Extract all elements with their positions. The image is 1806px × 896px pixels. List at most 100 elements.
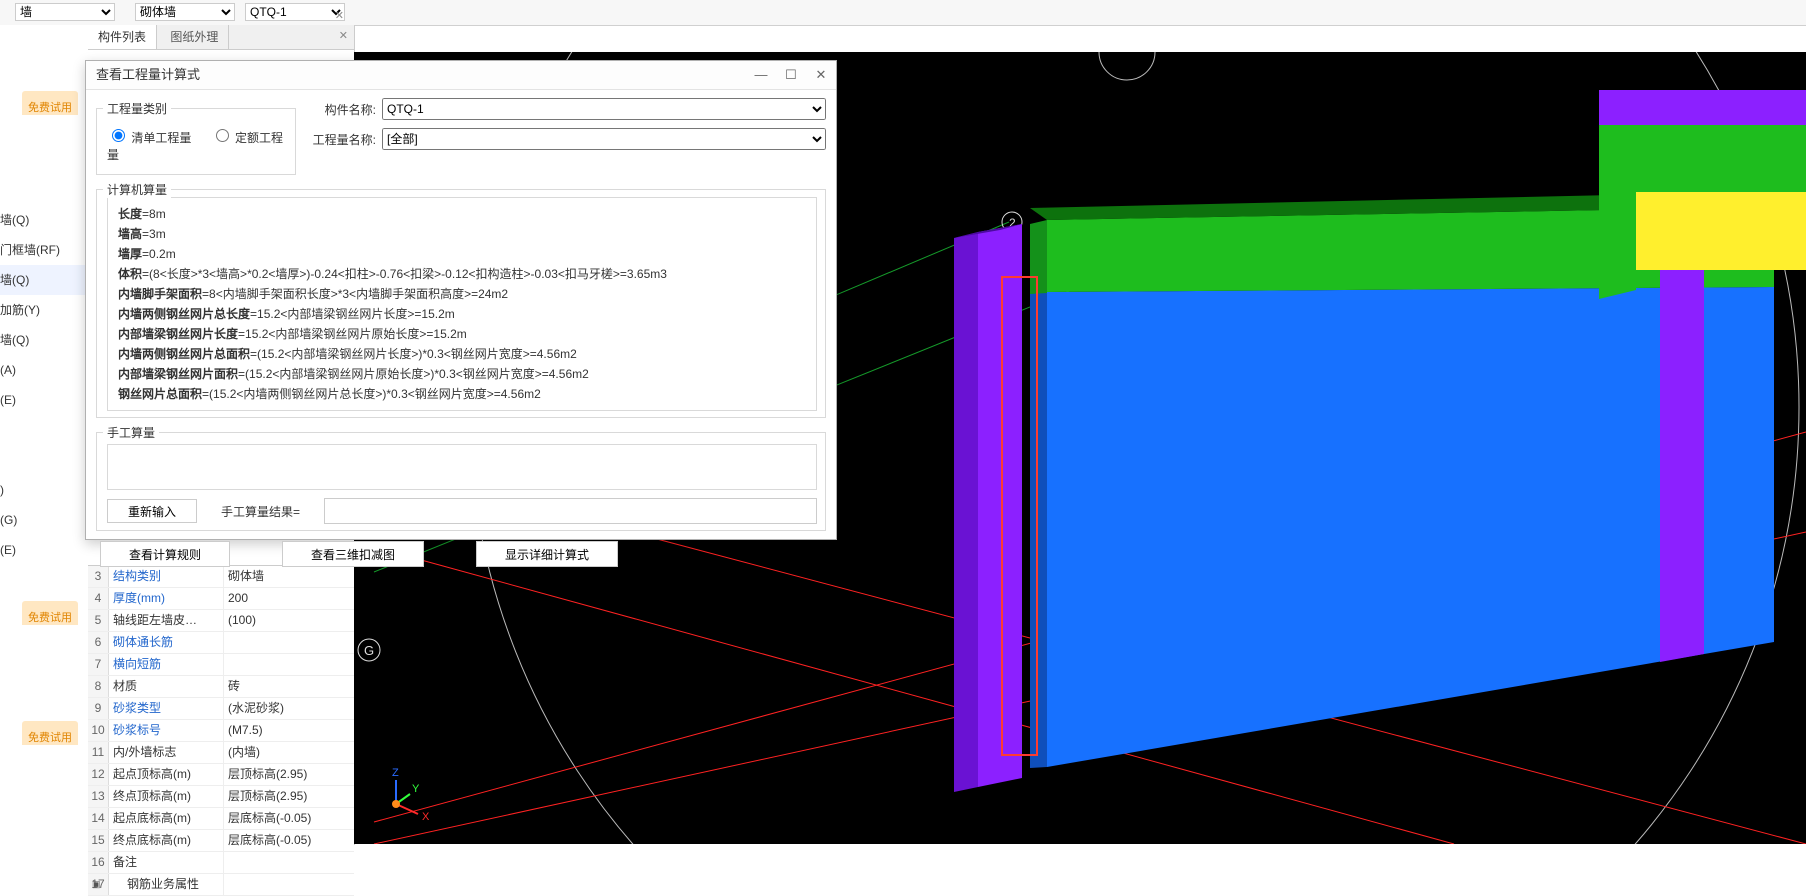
category-dropdown-3[interactable]: QTQ-1 [245,3,345,21]
radio-list[interactable]: 清单工程量 [107,131,191,145]
property-value[interactable]: 砖 [224,676,354,697]
property-value[interactable]: (100) [224,610,354,631]
property-row[interactable]: 5轴线距左墙皮…(100) [88,610,354,632]
property-value[interactable]: 层底标高(-0.05) [224,808,354,829]
reinput-button[interactable]: 重新输入 [107,499,197,523]
badge-free-trial[interactable]: 免费试用 [0,715,88,745]
sidebar-item[interactable]: 门框墙(RF) [0,235,88,265]
property-row[interactable]: 4厚度(mm)200 [88,588,354,610]
sidebar-item[interactable] [0,685,88,715]
row-index: 6 [88,632,109,653]
sidebar-item[interactable]: (A) [0,355,88,385]
row-index: 12 [88,764,109,785]
property-row[interactable]: 12起点顶标高(m)层顶标高(2.95) [88,764,354,786]
property-value[interactable]: (内墙) [224,742,354,763]
sidebar-item[interactable] [0,145,88,175]
property-value[interactable]: 200 [224,588,354,609]
view-rule-button[interactable]: 查看计算规则 [100,541,230,567]
category-dropdown-2[interactable]: 砌体墙 [135,3,235,21]
calc-line: 内墙两侧钢丝网片总长度=15.2<内部墙梁钢丝网片长度>=15.2m [118,304,806,324]
label-amount-name: 工程量名称: [310,131,382,148]
top-bar: 墙 砌体墙 QTQ-1 [0,0,1806,26]
calc-line: 内部墙梁钢丝网片面积=(15.2<内部墙梁钢丝网片原始长度>)*0.3<钢丝网片… [118,364,806,384]
badge-free-trial[interactable]: 免费试用 [0,85,88,115]
category-dropdown-1[interactable]: 墙 [15,3,115,21]
sidebar-item[interactable]: (G) [0,505,88,535]
row-index: 5 [88,610,109,631]
sidebar-item[interactable] [0,175,88,205]
property-value[interactable] [224,654,354,675]
sidebar-item[interactable] [0,25,88,55]
row-index: 11 [88,742,109,763]
property-row[interactable]: 9砂浆类型(水泥砂浆) [88,698,354,720]
property-row[interactable]: 14起点底标高(m)层底标高(-0.05) [88,808,354,830]
row-index: 7 [88,654,109,675]
property-value[interactable]: (水泥砂浆) [224,698,354,719]
property-value[interactable]: 层底标高(-0.05) [224,830,354,851]
sidebar-item[interactable]: ) [0,475,88,505]
dialog-title: 查看工程量计算式 [96,67,200,82]
row-index: 10 [88,720,109,741]
property-value[interactable] [224,632,354,653]
sidebar-item[interactable] [0,655,88,685]
property-row[interactable]: 17▣钢筋业务属性 [88,874,354,896]
tab-drawing[interactable]: 图纸外理 [160,25,229,49]
property-value[interactable]: 层顶标高(2.95) [224,764,354,785]
property-value[interactable] [224,852,354,873]
sidebar-item[interactable]: 加筋(Y) [0,295,88,325]
sidebar-item[interactable]: (E) [0,535,88,565]
sidebar-item[interactable] [0,445,88,475]
property-name: 砂浆类型 [109,698,224,719]
tab-component-list[interactable]: 构件列表 [88,25,157,49]
group-label: 工程量类别 [103,100,171,117]
dialog-title-bar[interactable]: 查看工程量计算式 ✕ ☐ — [86,61,836,90]
sidebar-item[interactable]: 墙(Q) [0,265,88,295]
row-index: 8 [88,676,109,697]
calc-result-panel[interactable]: 长度=8m墙高=3m墙厚=0.2m体积=(8<长度>*3<墙高>*0.2<墙厚>… [107,197,817,411]
sidebar-item[interactable]: (E) [0,385,88,415]
svg-text:G: G [364,643,374,658]
minimize-icon[interactable]: — [746,61,776,89]
property-value[interactable] [224,874,354,895]
sidebar-item[interactable] [0,565,88,595]
sidebar-item[interactable] [0,115,88,145]
property-row[interactable]: 15终点底标高(m)层底标高(-0.05) [88,830,354,852]
sidebar-item[interactable] [0,415,88,445]
badge-free-trial[interactable]: 免费试用 [0,595,88,625]
close-icon[interactable]: ✕ [806,61,836,89]
sidebar-items: 免费试用墙(Q)门框墙(RF)墙(Q)加筋(Y)墙(Q)(A)(E))(G)(E… [0,25,88,745]
close-icon[interactable]: ✕ [335,9,344,22]
property-value[interactable]: 层顶标高(2.95) [224,786,354,807]
sidebar-item[interactable]: 墙(Q) [0,325,88,355]
property-name: 起点顶标高(m) [109,764,224,785]
property-row[interactable]: 11内/外墙标志(内墙) [88,742,354,764]
property-row[interactable]: 16备注 [88,852,354,874]
sidebar-item[interactable] [0,55,88,85]
sidebar-item[interactable] [0,625,88,655]
component-name-select[interactable]: QTQ-1 [382,98,826,120]
view-3d-button[interactable]: 查看三维扣减图 [282,541,424,567]
sidebar-item[interactable]: 墙(Q) [0,205,88,235]
property-row[interactable]: 8材质砖 [88,676,354,698]
mid-tabs: ✕ 构件列表 图纸外理 [88,25,354,50]
maximize-icon[interactable]: ☐ [776,61,806,89]
amount-name-select[interactable]: [全部] [382,128,826,150]
property-row[interactable]: 6砌体通长筋 [88,632,354,654]
show-detail-button[interactable]: 显示详细计算式 [476,541,618,567]
property-value[interactable]: (M7.5) [224,720,354,741]
manual-input[interactable] [107,444,817,490]
property-row[interactable]: 13终点顶标高(m)层顶标高(2.95) [88,786,354,808]
calc-line: 内墙脚手架面积=8<内墙脚手架面积长度>*3<内墙脚手架面积高度>=24m2 [118,284,806,304]
row-index: 4 [88,588,109,609]
expand-icon[interactable]: ▣ [92,874,101,895]
label-component-name: 构件名称: [310,101,382,118]
property-row[interactable]: 10砂浆标号(M7.5) [88,720,354,742]
property-row[interactable]: 7横向短筋 [88,654,354,676]
property-name: 砌体通长筋 [109,632,224,653]
close-icon[interactable]: ✕ [339,29,348,42]
property-name: 终点底标高(m) [109,830,224,851]
manual-result-label: 手工算量结果= [221,503,300,520]
row-index: 15 [88,830,109,851]
property-name: 终点顶标高(m) [109,786,224,807]
manual-result-input[interactable] [324,498,817,524]
